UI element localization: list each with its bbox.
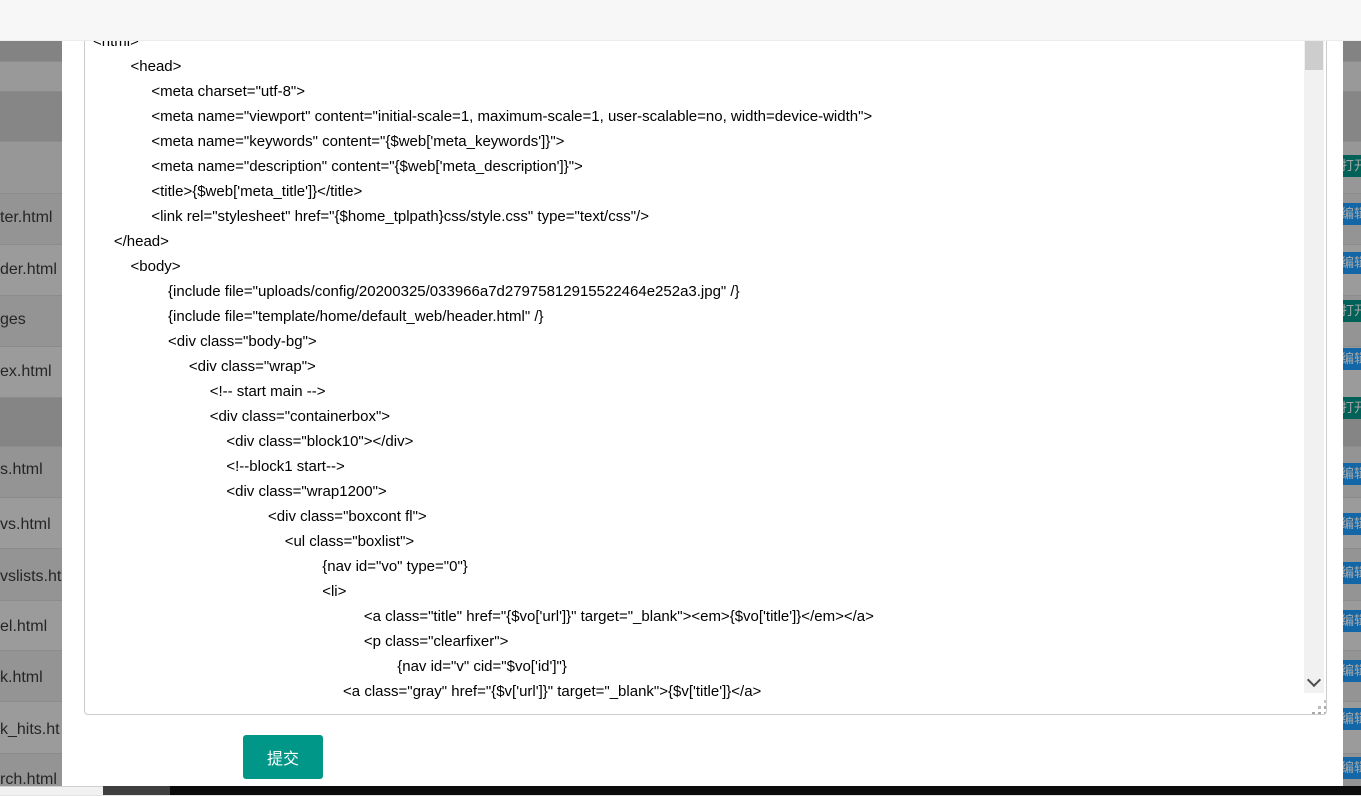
- horizontal-scrollbar-track[interactable]: [0, 786, 103, 795]
- scrollbar-thumb[interactable]: [1305, 40, 1323, 70]
- template-code-textarea[interactable]: <html> <head> <meta charset="utf-8"> <me…: [84, 28, 1327, 715]
- horizontal-scrollbar[interactable]: [0, 786, 1361, 795]
- horizontal-scrollbar-thumb[interactable]: [103, 786, 170, 795]
- edit-template-modal: <html> <head> <meta charset="utf-8"> <me…: [62, 0, 1343, 786]
- vertical-scrollbar[interactable]: [1304, 29, 1324, 693]
- chevron-down-icon[interactable]: [1307, 673, 1321, 687]
- template-code-content: <html> <head> <meta charset="utf-8"> <me…: [85, 29, 1326, 704]
- submit-button[interactable]: 提交: [243, 735, 323, 779]
- resize-grip-icon[interactable]: [1312, 712, 1315, 715]
- page-header-strip: [0, 0, 1361, 41]
